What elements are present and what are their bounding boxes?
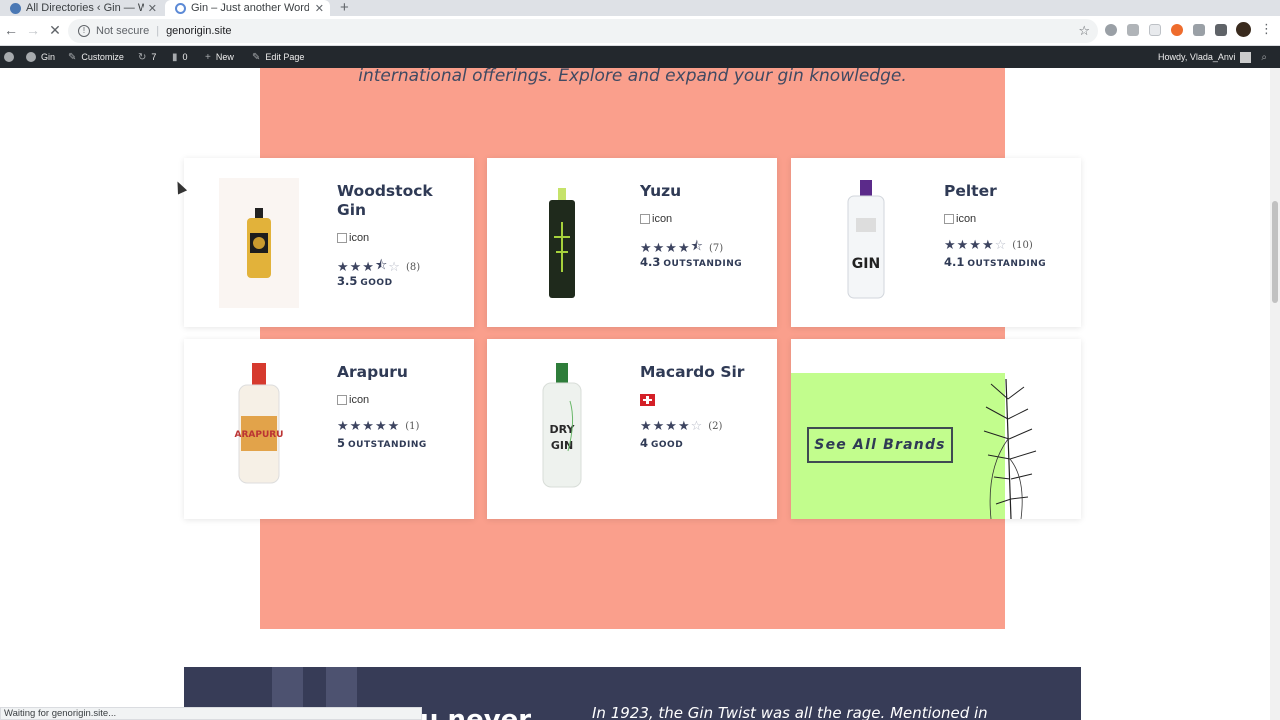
refresh-icon: ↻ — [138, 51, 147, 63]
page-content: international offerings. Explore and exp… — [0, 68, 1280, 720]
wordpress-logo-icon[interactable] — [4, 46, 19, 68]
wp-admin-bar: Gin ✎ Customize ↻ 7 ▮ 0 + New ✎ Edit Page How… — [0, 46, 1280, 68]
pencil-icon: ✎ — [252, 51, 261, 63]
tab-gin-site[interactable]: Gin – Just another WordP ✕ — [165, 0, 330, 16]
broken-image-icon — [337, 233, 347, 243]
rating-score: 3.5 GOOD — [337, 274, 393, 288]
divider: | — [156, 25, 160, 37]
rating-score: 4 GOOD — [640, 436, 684, 450]
admin-site-link[interactable]: Gin — [26, 46, 55, 68]
broken-image-icon — [640, 214, 650, 224]
forward-button[interactable]: → — [24, 22, 42, 38]
back-button[interactable]: ← — [2, 22, 20, 38]
tab-title: Gin – Just another WordP — [191, 2, 309, 14]
bottle-image: GIN — [811, 178, 921, 303]
broken-image-icon — [944, 214, 954, 224]
bookmark-star-icon[interactable]: ☆ — [1078, 23, 1090, 39]
empty-star-icon: ☆ — [388, 259, 401, 274]
svg-text:ARAPURU: ARAPURU — [234, 430, 283, 440]
profile-avatar[interactable] — [1236, 22, 1251, 37]
dashboard-icon — [26, 52, 36, 62]
broken-image-icon — [337, 395, 347, 405]
brand-name[interactable]: Woodstock Gin — [337, 182, 457, 220]
close-tab-icon[interactable]: ✕ — [315, 2, 324, 15]
browser-tab-strip: All Directories ‹ Gin — Wo ✕ Gin – Just … — [0, 0, 1280, 16]
country-flag: icon — [337, 232, 369, 244]
info-icon[interactable]: ! — [78, 25, 90, 37]
browser-status-bar: Waiting for genorigin.site... — [0, 707, 422, 720]
bottle-image — [204, 178, 314, 308]
rating-score: 4.3 OUTSTANDING — [640, 255, 743, 269]
star-rating: ★★★★ ☆ (2) — [640, 418, 723, 433]
brand-name[interactable]: Macardo Sir — [640, 363, 760, 382]
new-tab-button[interactable]: + — [340, 0, 349, 15]
section-heading: u never — [420, 705, 532, 720]
comment-icon: ▮ — [172, 51, 178, 63]
url-text[interactable]: genorigin.site — [166, 25, 231, 37]
admin-account-menu[interactable]: Howdy, Vlada_Anvi ⌕ — [1158, 46, 1272, 68]
stop-loading-button[interactable]: ✕ — [46, 22, 64, 39]
admin-edit-page-link[interactable]: ✎ Edit Page — [252, 46, 304, 68]
page-scrollbar[interactable] — [1270, 68, 1280, 720]
fire-extension-icon[interactable] — [1171, 24, 1183, 36]
shield-extension-icon[interactable] — [1105, 24, 1117, 36]
admin-comments-link[interactable]: ▮ 0 — [172, 46, 188, 68]
brush-icon: ✎ — [68, 51, 77, 63]
brand-card-yuzu[interactable]: Yuzu icon ★★★★ ⯪ (7) 4.3 OUTSTANDING — [487, 158, 777, 327]
bottle-image: DRY GIN — [507, 361, 617, 491]
see-all-brands-button[interactable]: See All Brands — [807, 427, 953, 463]
rosemary-illustration — [983, 379, 1037, 519]
chrome-menu-icon[interactable]: ⋮ — [1260, 21, 1273, 37]
wordpress-favicon-icon — [10, 2, 21, 14]
plus-icon: + — [205, 51, 211, 63]
see-all-brands-card: See All Brands — [791, 339, 1081, 519]
browser-toolbar: ← → ✕ ! Not secure | genorigin.site ☆ ⋮ — [0, 16, 1280, 46]
bottle-image: ARAPURU — [204, 361, 314, 486]
close-tab-icon[interactable]: ✕ — [148, 2, 157, 15]
address-bar[interactable]: ! Not secure | genorigin.site ☆ — [68, 19, 1098, 43]
svg-text:GIN: GIN — [852, 256, 880, 272]
admin-updates-link[interactable]: ↻ 7 — [138, 46, 156, 68]
blank-extension-icon[interactable] — [1149, 24, 1161, 36]
rating-score: 4.1 OUTSTANDING — [944, 255, 1047, 269]
scrollbar-thumb[interactable] — [1272, 201, 1278, 303]
tab-title: All Directories ‹ Gin — Wo — [26, 2, 144, 14]
brand-name[interactable]: Pelter — [944, 182, 1064, 201]
admin-new-link[interactable]: + New — [205, 46, 234, 68]
search-icon[interactable]: ⌕ — [1261, 52, 1267, 63]
rating-score: 5 OUTSTANDING — [337, 436, 427, 450]
empty-star-icon: ☆ — [690, 418, 704, 433]
tab-all-directories[interactable]: All Directories ‹ Gin — Wo ✕ — [0, 0, 163, 16]
country-flag: icon — [944, 213, 976, 225]
vue-extension-icon[interactable] — [1127, 24, 1139, 36]
empty-star-icon: ☆ — [994, 237, 1008, 252]
puzzle-extensions-icon[interactable] — [1215, 24, 1227, 36]
country-flag: icon — [337, 394, 369, 406]
brand-card-woodstock[interactable]: Woodstock Gin icon ★★★ ⯪ ☆ (8) 3.5 GOOD — [184, 158, 474, 327]
brand-card-macardo[interactable]: DRY GIN Macardo Sir ★★★★ ☆ (2) 4 GOOD — [487, 339, 777, 519]
loading-favicon-icon — [175, 2, 186, 14]
star-rating: ★★★★★ (1) — [337, 418, 420, 433]
brand-card-arapuru[interactable]: ARAPURU Arapuru icon ★★★★★ (1) 5 OUTSTANDI… — [184, 339, 474, 519]
country-flag: icon — [640, 213, 672, 225]
brand-card-pelter[interactable]: GIN Pelter icon ★★★★ ☆ (10) 4.1 OUTSTANDING — [791, 158, 1081, 327]
swiss-flag-icon — [640, 394, 655, 406]
user-avatar — [1240, 51, 1252, 63]
bottle-image — [507, 182, 617, 302]
intro-text: international offerings. Explore and exp… — [358, 68, 907, 86]
brand-name[interactable]: Arapuru — [337, 363, 457, 382]
section-quote: In 1923, the Gin Twist was all the rage.… — [592, 704, 988, 720]
star-rating: ★★★★ ☆ (10) — [944, 237, 1033, 252]
brand-name[interactable]: Yuzu — [640, 182, 760, 201]
security-label: Not secure — [96, 25, 150, 37]
admin-customize-link[interactable]: ✎ Customize — [68, 46, 124, 68]
camera-extension-icon[interactable] — [1193, 24, 1205, 36]
